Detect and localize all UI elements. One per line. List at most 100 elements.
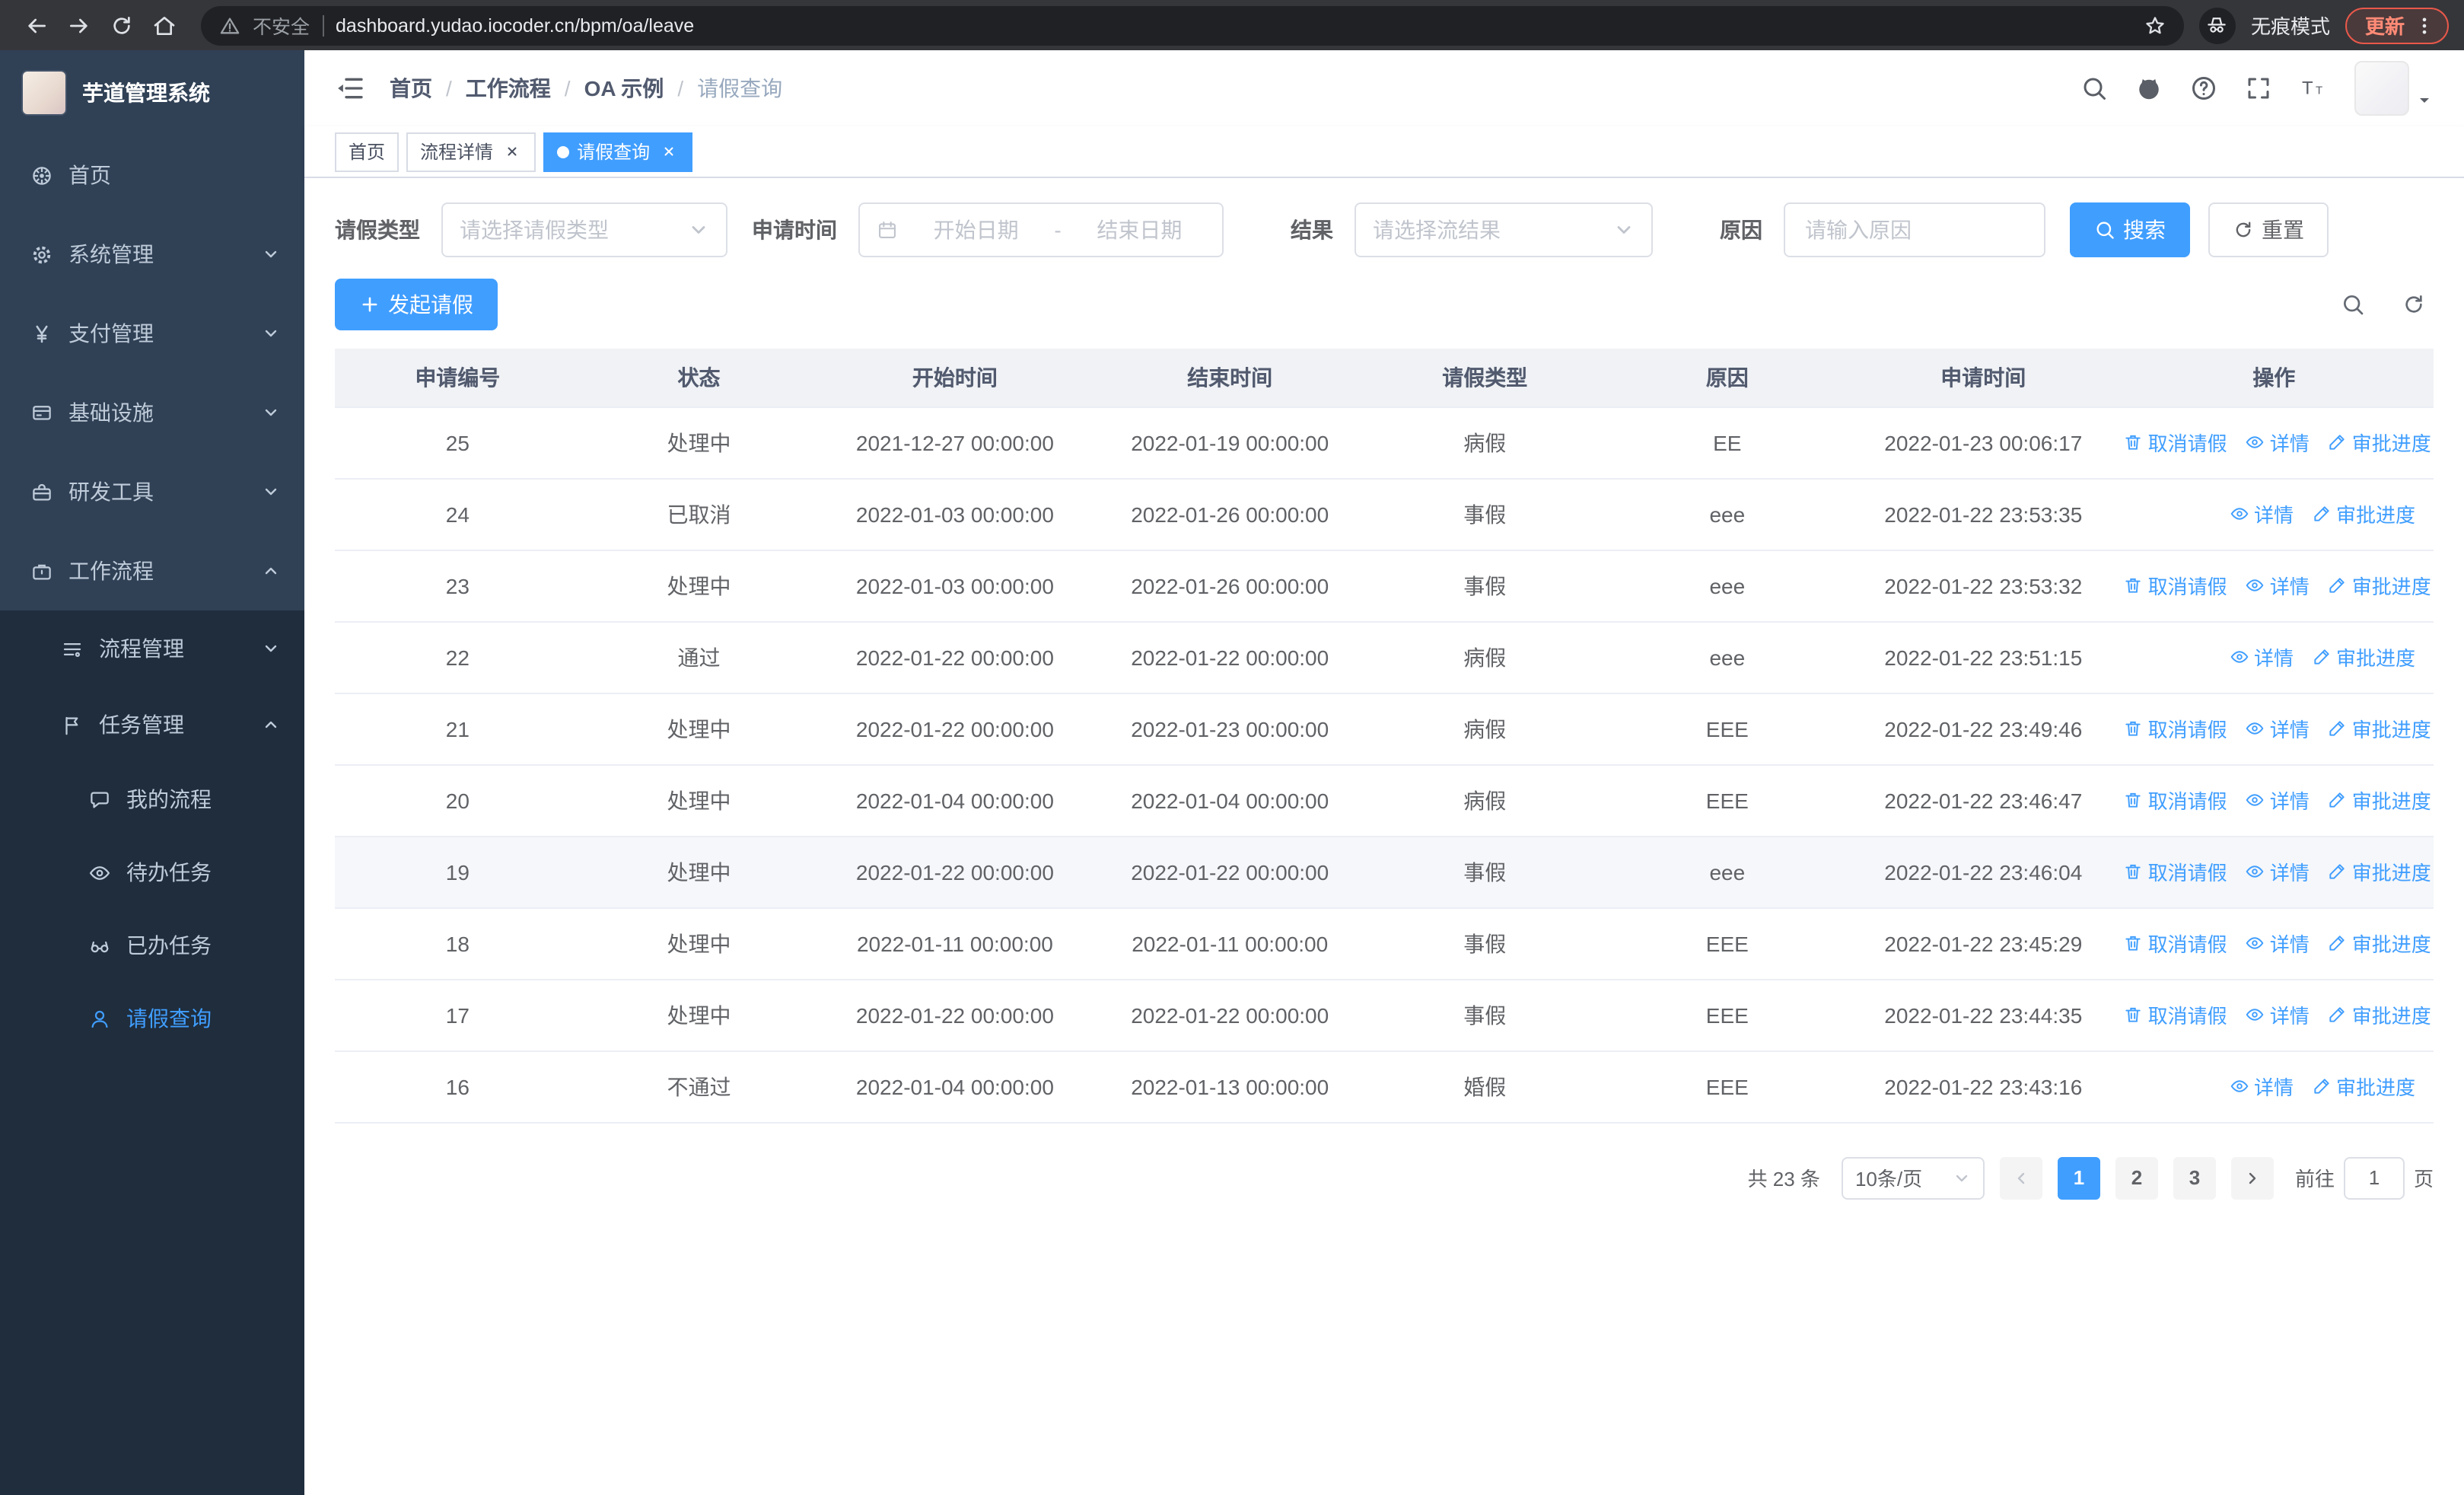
progress-action[interactable]: 审批进度 xyxy=(2328,786,2431,814)
help-icon[interactable] xyxy=(2190,75,2217,102)
sidebar-item-done-task[interactable]: 已办任务 xyxy=(0,909,304,982)
sidebar-item-process-mgmt[interactable]: 流程管理 xyxy=(0,610,304,687)
sidebar-item-infra[interactable]: 基础设施 xyxy=(0,373,304,452)
tab[interactable]: 首页 xyxy=(335,132,400,171)
breadcrumb-item[interactable]: 首页 xyxy=(390,73,432,104)
progress-action[interactable]: 审批进度 xyxy=(2328,1000,2431,1029)
search-icon xyxy=(2094,219,2115,241)
tags-view: 首页 流程详情 请假查询 xyxy=(304,126,2464,178)
detail-action[interactable]: 详情 xyxy=(2230,642,2294,671)
eye-icon xyxy=(2246,790,2265,810)
detail-action[interactable]: 详情 xyxy=(2246,571,2310,600)
bookmark-star-icon[interactable] xyxy=(2144,14,2166,36)
sidebar-item-task-mgmt[interactable]: 任务管理 xyxy=(0,687,304,763)
trash-icon xyxy=(2124,1005,2144,1025)
goto-page-input[interactable] xyxy=(2343,1156,2405,1199)
end-date-placeholder: 结束日期 xyxy=(1097,218,1183,242)
cell-operations: 取消请假 详情 审批进度 xyxy=(2114,907,2434,980)
search-icon[interactable] xyxy=(2080,75,2108,102)
tab-close-icon[interactable] xyxy=(501,141,522,162)
leave-type-select[interactable]: 请选择请假类型 xyxy=(441,202,727,257)
sidebar-item-workflow[interactable]: 工作流程 xyxy=(0,531,304,610)
detail-action[interactable]: 详情 xyxy=(2246,1000,2310,1029)
sidebar-item-my-process[interactable]: 我的流程 xyxy=(0,763,304,836)
avatar[interactable] xyxy=(2354,61,2409,116)
progress-action[interactable]: 审批进度 xyxy=(2328,714,2431,743)
cell-apply-time: 2022-01-22 23:43:16 xyxy=(1851,1050,2115,1123)
column-header: 申请时间 xyxy=(1851,349,2115,407)
cancel-action[interactable]: 取消请假 xyxy=(2124,857,2227,886)
cell-status: 处理中 xyxy=(580,406,818,479)
tab[interactable]: 请假查询 xyxy=(543,132,693,171)
cell-reason: eee xyxy=(1602,478,1852,550)
table-row: 22 通过 2022-01-22 00:00:00 2022-01-22 00:… xyxy=(335,621,2434,693)
reset-button[interactable]: 重置 xyxy=(2208,202,2329,257)
create-leave-button[interactable]: 发起请假 xyxy=(335,279,498,330)
cancel-action[interactable]: 取消请假 xyxy=(2124,428,2227,457)
progress-action[interactable]: 审批进度 xyxy=(2312,499,2415,528)
table-search-toggle-icon[interactable] xyxy=(2333,285,2373,324)
table-row: 20 处理中 2022-01-04 00:00:00 2022-01-04 00… xyxy=(335,764,2434,837)
tab[interactable]: 流程详情 xyxy=(406,132,536,171)
sidebar-item-devtools[interactable]: 研发工具 xyxy=(0,452,304,531)
sidebar-item-system[interactable]: 系统管理 xyxy=(0,215,304,294)
progress-action[interactable]: 审批进度 xyxy=(2312,642,2415,671)
user-menu[interactable] xyxy=(2354,61,2434,116)
sidebar-item-leave-query[interactable]: 请假查询 xyxy=(0,982,304,1055)
fullscreen-icon[interactable] xyxy=(2245,75,2272,102)
detail-action[interactable]: 详情 xyxy=(2246,428,2310,457)
forward-icon[interactable] xyxy=(58,4,100,46)
cancel-action[interactable]: 取消请假 xyxy=(2124,571,2227,600)
home-icon[interactable] xyxy=(143,4,186,46)
pagination: 共 23 条 10条/页 123 前往 页 xyxy=(335,1156,2434,1199)
github-icon[interactable] xyxy=(2135,75,2163,102)
breadcrumb-item[interactable]: 工作流程 xyxy=(466,73,551,104)
result-select[interactable]: 请选择流结果 xyxy=(1355,202,1653,257)
back-icon[interactable] xyxy=(15,4,58,46)
font-size-icon[interactable]: TT xyxy=(2300,75,2327,102)
detail-action[interactable]: 详情 xyxy=(2246,857,2310,886)
reason-input[interactable] xyxy=(1802,216,2027,244)
eye-icon xyxy=(2246,862,2265,881)
cancel-action[interactable]: 取消请假 xyxy=(2124,929,2227,958)
page-button-1[interactable]: 1 xyxy=(2057,1156,2100,1199)
cancel-action[interactable]: 取消请假 xyxy=(2124,714,2227,743)
update-menu-button[interactable]: 更新 xyxy=(2345,7,2449,43)
detail-action[interactable]: 详情 xyxy=(2246,929,2310,958)
chevron-icon xyxy=(262,403,280,422)
progress-action[interactable]: 审批进度 xyxy=(2328,571,2431,600)
prev-page-button[interactable] xyxy=(1999,1156,2042,1199)
tab-close-icon[interactable] xyxy=(657,141,679,162)
cancel-action[interactable]: 取消请假 xyxy=(2124,1000,2227,1029)
leave-type-label: 请假类型 xyxy=(335,218,420,242)
progress-action[interactable]: 审批进度 xyxy=(2328,929,2431,958)
progress-action[interactable]: 审批进度 xyxy=(2328,428,2431,457)
table-refresh-icon[interactable] xyxy=(2394,285,2434,324)
total-count: 共 23 条 xyxy=(1747,1168,1820,1191)
detail-action[interactable]: 详情 xyxy=(2246,714,2310,743)
sidebar-item-home[interactable]: 首页 xyxy=(0,135,304,215)
page-button-3[interactable]: 3 xyxy=(2173,1156,2216,1199)
sidebar-item-todo-task[interactable]: 待办任务 xyxy=(0,836,304,909)
cancel-action[interactable]: 取消请假 xyxy=(2124,786,2227,814)
sidebar-toggle-icon[interactable] xyxy=(335,73,365,104)
detail-action[interactable]: 详情 xyxy=(2230,499,2294,528)
search-button[interactable]: 搜索 xyxy=(2070,202,2190,257)
progress-action[interactable]: 审批进度 xyxy=(2328,857,2431,886)
detail-action[interactable]: 详情 xyxy=(2230,1072,2294,1101)
logo-title: 芋道管理系统 xyxy=(82,81,210,105)
more-vert-icon[interactable] xyxy=(2414,14,2435,36)
plus-icon xyxy=(359,294,380,315)
sidebar-item-payment[interactable]: 支付管理 xyxy=(0,294,304,373)
cell-apply-id: 21 xyxy=(335,693,581,765)
detail-action[interactable]: 详情 xyxy=(2246,786,2310,814)
page-button-2[interactable]: 2 xyxy=(2115,1156,2158,1199)
address-bar[interactable]: 不安全 dashboard.yudao.iocoder.cn/bpm/oa/le… xyxy=(201,5,2184,45)
page-size-select[interactable]: 10条/页 xyxy=(1841,1156,1985,1199)
breadcrumb-item[interactable]: OA 示例 xyxy=(584,73,664,104)
reload-icon[interactable] xyxy=(100,4,143,46)
progress-action[interactable]: 审批进度 xyxy=(2312,1072,2415,1101)
svg-text:T: T xyxy=(2316,84,2322,97)
apply-time-range-picker[interactable]: 开始日期 - 结束日期 xyxy=(858,202,1224,257)
next-page-button[interactable] xyxy=(2230,1156,2274,1199)
